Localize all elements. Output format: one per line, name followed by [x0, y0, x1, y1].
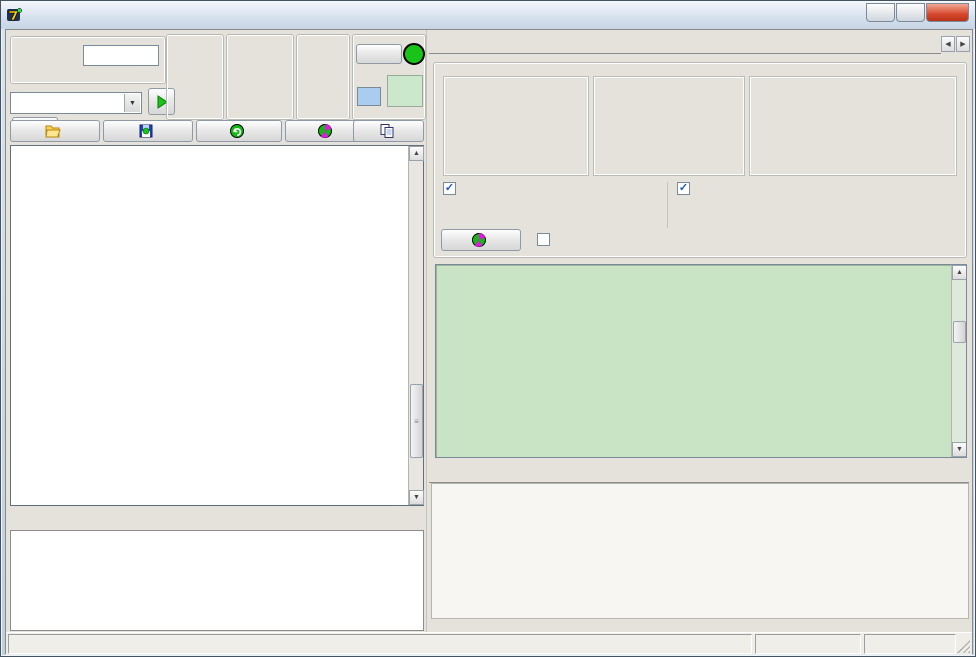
autoshift-as-button[interactable]	[403, 43, 425, 65]
status-autoshift	[755, 634, 861, 654]
clear-icon	[471, 232, 487, 248]
prev-value	[357, 87, 381, 106]
new-button[interactable]	[356, 44, 402, 64]
start-sum-input[interactable]	[83, 45, 159, 66]
autoclean-checkbox[interactable]	[537, 233, 550, 246]
title-bar	[1, 1, 975, 29]
log-scrollbar[interactable]: ▲ ▼	[951, 265, 966, 457]
divider	[667, 182, 668, 228]
alternation-dozens	[677, 182, 897, 201]
autoshift-group	[352, 34, 426, 120]
roulette-group	[226, 34, 294, 120]
start-group	[10, 36, 166, 84]
undo-button[interactable]	[196, 120, 282, 142]
status-last-spin	[8, 634, 752, 654]
spins-table: ▲ ▼ ≡	[10, 145, 424, 506]
analyze-dozens-checkbox[interactable]	[677, 182, 690, 195]
right-panel: ◀ ▶	[426, 30, 972, 632]
history-combobox[interactable]: ▼	[10, 92, 142, 114]
scroll-down-icon[interactable]: ▼	[952, 442, 967, 457]
scrollbar-thumb[interactable]: ≡	[410, 384, 423, 458]
status-source	[864, 634, 956, 654]
save-button[interactable]	[103, 120, 193, 142]
table-scrollbar[interactable]: ▲ ▼ ≡	[408, 146, 423, 505]
analyze-chances-checkbox[interactable]	[443, 182, 456, 195]
analyzer-clear-button[interactable]	[441, 229, 521, 251]
save-icon	[138, 123, 154, 139]
copy-icon	[379, 123, 395, 139]
analyzer-tabstrip	[429, 32, 941, 54]
undo-icon	[229, 123, 245, 139]
alternation-chances	[443, 182, 661, 201]
app-window: ▼	[0, 0, 976, 657]
section-chances-miss	[593, 76, 745, 176]
copy-to-buffer-button[interactable]	[353, 120, 424, 142]
close-button[interactable]	[926, 3, 969, 22]
section-chances-streak	[443, 76, 589, 176]
game-on-group	[166, 34, 224, 120]
status-bar	[6, 632, 972, 655]
number-pad	[10, 530, 424, 631]
scroll-down-icon[interactable]: ▼	[409, 490, 424, 505]
resize-grip[interactable]	[957, 640, 970, 653]
scroll-up-icon[interactable]: ▲	[409, 146, 424, 161]
current-number	[387, 75, 423, 107]
app-icon	[7, 7, 23, 23]
chart-tabstrip	[429, 461, 969, 483]
tabs-scroll-right-icon[interactable]: ▶	[956, 36, 970, 52]
section-dozen-column	[749, 76, 957, 176]
chevron-down-icon[interactable]: ▼	[124, 94, 140, 112]
scroll-up-icon[interactable]: ▲	[952, 265, 967, 280]
type-group	[296, 34, 350, 120]
autoclean-check	[537, 233, 555, 246]
tabs-scroll-left-icon[interactable]: ◀	[941, 36, 955, 52]
main-content: ▼	[5, 29, 973, 654]
minimize-button[interactable]	[866, 3, 895, 22]
analyzer-log[interactable]: ▲ ▼	[435, 264, 967, 458]
maximize-button[interactable]	[896, 3, 925, 22]
input-tabstrip	[10, 509, 424, 531]
folder-open-icon	[45, 123, 61, 139]
clear-icon	[317, 123, 333, 139]
scrollbar-thumb[interactable]	[953, 321, 966, 343]
load-button[interactable]	[10, 120, 100, 142]
frequency-chart	[431, 483, 969, 619]
